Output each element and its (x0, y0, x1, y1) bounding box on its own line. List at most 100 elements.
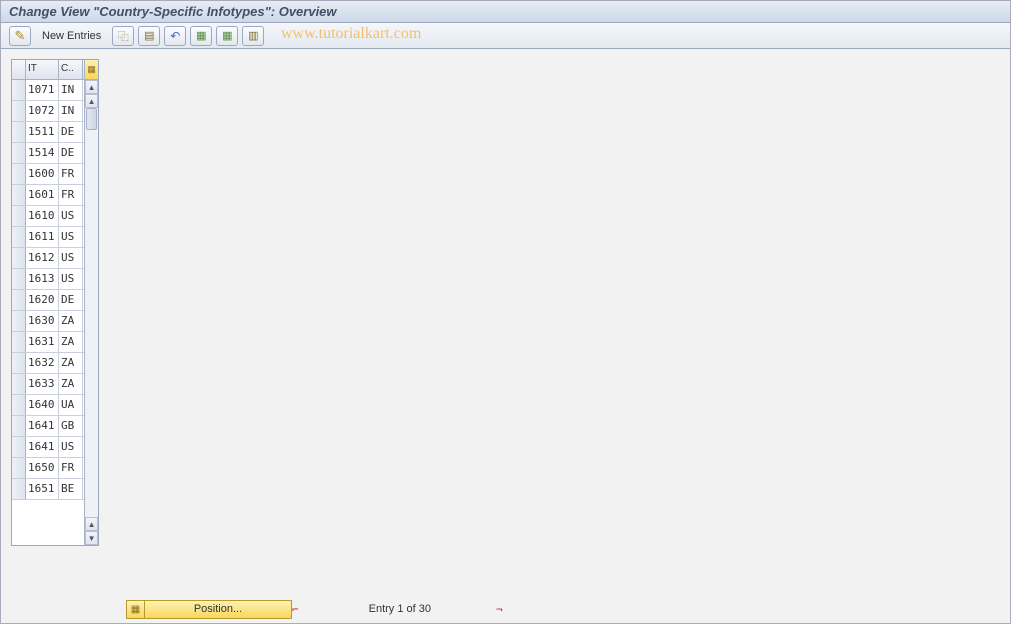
select-all-icon[interactable] (190, 26, 212, 46)
cell-country[interactable]: ZA (59, 374, 83, 394)
table-row: 1611US (12, 227, 84, 248)
cell-it[interactable]: 1612 (26, 248, 59, 268)
row-selector[interactable] (12, 479, 26, 499)
cell-country[interactable]: ZA (59, 332, 83, 352)
row-selector[interactable] (12, 101, 26, 121)
cell-country[interactable]: US (59, 227, 83, 247)
select-block-icon[interactable] (216, 26, 238, 46)
table-row: 1631ZA (12, 332, 84, 353)
cell-it[interactable]: 1613 (26, 269, 59, 289)
cell-it[interactable]: 1641 (26, 437, 59, 457)
cell-it[interactable]: 1611 (26, 227, 59, 247)
cell-it[interactable]: 1650 (26, 458, 59, 478)
cell-country[interactable]: US (59, 248, 83, 268)
table-row: 1641US (12, 437, 84, 458)
cell-it[interactable]: 1641 (26, 416, 59, 436)
scroll-up-button-2[interactable]: ▲ (85, 94, 98, 108)
row-selector[interactable] (12, 374, 26, 394)
cell-country[interactable]: US (59, 437, 83, 457)
table-row: 1650FR (12, 458, 84, 479)
cell-country[interactable]: IN (59, 80, 83, 100)
scroll-down-button-2[interactable]: ▲ (85, 517, 98, 531)
cell-country[interactable]: GB (59, 416, 83, 436)
cell-country[interactable]: UA (59, 395, 83, 415)
toolbar: New Entries www.tutorialkart.com (1, 23, 1010, 49)
row-selector[interactable] (12, 353, 26, 373)
undo-icon[interactable] (164, 26, 186, 46)
cell-it[interactable]: 1071 (26, 80, 59, 100)
row-selector[interactable] (12, 185, 26, 205)
position-icon[interactable] (126, 600, 144, 619)
cell-country[interactable]: DE (59, 122, 83, 142)
scroll-track[interactable] (85, 108, 98, 517)
row-selector[interactable] (12, 416, 26, 436)
table-row: 1641GB (12, 416, 84, 437)
table-row: 1612US (12, 248, 84, 269)
cell-country[interactable]: DE (59, 290, 83, 310)
row-selector[interactable] (12, 164, 26, 184)
table-row: 1613US (12, 269, 84, 290)
row-selector[interactable] (12, 206, 26, 226)
cell-it[interactable]: 1610 (26, 206, 59, 226)
row-selector[interactable] (12, 395, 26, 415)
cell-it[interactable]: 1631 (26, 332, 59, 352)
table-settings-icon[interactable] (85, 60, 98, 80)
cell-it[interactable]: 1601 (26, 185, 59, 205)
cell-it[interactable]: 1072 (26, 101, 59, 121)
cell-it[interactable]: 1620 (26, 290, 59, 310)
row-selector[interactable] (12, 269, 26, 289)
cell-country[interactable]: ZA (59, 311, 83, 331)
table-row: 1511DE (12, 122, 84, 143)
column-header-country[interactable]: C.. (59, 60, 83, 79)
cell-country[interactable]: FR (59, 458, 83, 478)
scroll-up-button[interactable]: ▲ (85, 80, 98, 94)
cell-it[interactable]: 1640 (26, 395, 59, 415)
cell-country[interactable]: US (59, 269, 83, 289)
cell-country[interactable]: DE (59, 143, 83, 163)
cell-country[interactable]: IN (59, 101, 83, 121)
deselect-all-icon[interactable] (242, 26, 264, 46)
table-row: 1651BE (12, 479, 84, 500)
row-selector[interactable] (12, 143, 26, 163)
row-selector[interactable] (12, 80, 26, 100)
cell-it[interactable]: 1511 (26, 122, 59, 142)
table-row: 1630ZA (12, 311, 84, 332)
cell-it[interactable]: 1514 (26, 143, 59, 163)
table-row: 1514DE (12, 143, 84, 164)
copy-as-icon[interactable] (112, 26, 134, 46)
scroll-down-button[interactable]: ▼ (85, 531, 98, 545)
cell-country[interactable]: FR (59, 164, 83, 184)
position-button[interactable]: Position... (144, 600, 292, 619)
bracket-left: ⌐ (292, 600, 299, 619)
row-selector[interactable] (12, 290, 26, 310)
row-selector[interactable] (12, 248, 26, 268)
select-all-header[interactable] (12, 60, 26, 79)
change-icon[interactable] (9, 26, 31, 46)
delete-icon[interactable] (138, 26, 160, 46)
cell-it[interactable]: 1630 (26, 311, 59, 331)
column-header-it[interactable]: IT (26, 60, 59, 79)
row-selector[interactable] (12, 332, 26, 352)
scroll-thumb[interactable] (86, 108, 97, 130)
cell-it[interactable]: 1600 (26, 164, 59, 184)
cell-it[interactable]: 1651 (26, 479, 59, 499)
cell-country[interactable]: FR (59, 185, 83, 205)
cell-it[interactable]: 1633 (26, 374, 59, 394)
row-selector[interactable] (12, 227, 26, 247)
cell-it[interactable]: 1632 (26, 353, 59, 373)
page-title: Change View "Country-Specific Infotypes"… (9, 4, 337, 19)
cell-country[interactable]: US (59, 206, 83, 226)
row-selector[interactable] (12, 122, 26, 142)
row-selector[interactable] (12, 437, 26, 457)
grid-body: 1071IN1072IN1511DE1514DE1600FR1601FR1610… (12, 80, 84, 500)
row-selector[interactable] (12, 311, 26, 331)
new-entries-button[interactable]: New Entries (35, 26, 108, 46)
cell-country[interactable]: ZA (59, 353, 83, 373)
table-row: 1632ZA (12, 353, 84, 374)
cell-country[interactable]: BE (59, 479, 83, 499)
grid-header: IT C.. (12, 60, 84, 80)
content-area: IT C.. 1071IN1072IN1511DE1514DE1600FR160… (1, 49, 1010, 623)
table-row: 1601FR (12, 185, 84, 206)
table-row: 1633ZA (12, 374, 84, 395)
row-selector[interactable] (12, 458, 26, 478)
